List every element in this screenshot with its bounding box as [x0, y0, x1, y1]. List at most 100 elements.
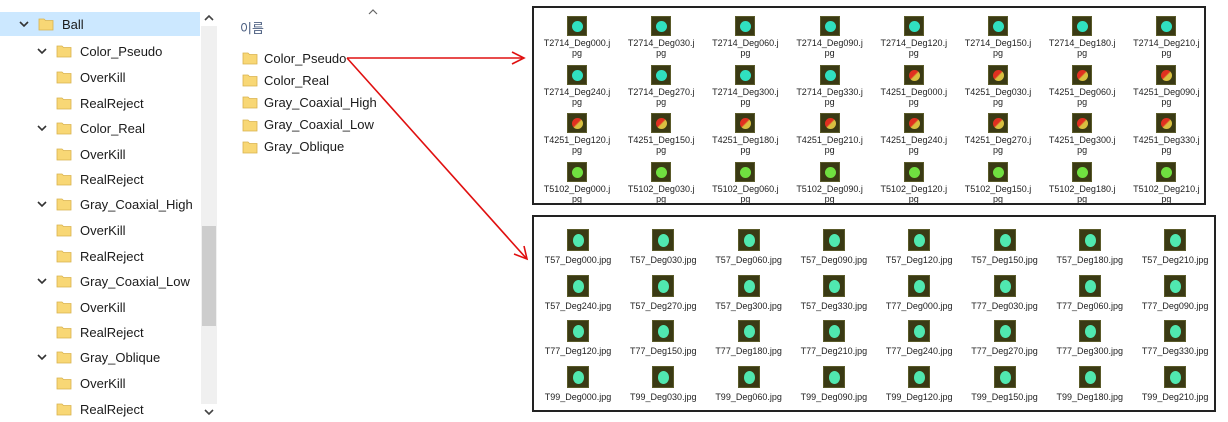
thumbnail-item[interactable]: T99_Deg060.jpg	[706, 364, 792, 408]
thumbnail-item[interactable]: T4251_Deg210.j pg	[788, 111, 872, 157]
thumbnail-item[interactable]: T4251_Deg180.j pg	[703, 111, 787, 157]
thumbnail-item[interactable]: T4251_Deg150.j pg	[619, 111, 703, 157]
thumbnail-item[interactable]: T2714_Deg240.j pg	[535, 63, 619, 109]
name-column-header[interactable]: 이름	[240, 18, 264, 37]
thumbnail-item[interactable]: T5102_Deg000.j pg	[535, 160, 619, 206]
thumbnail-item[interactable]: T4251_Deg120.j pg	[535, 111, 619, 157]
tree-item-realreject[interactable]: RealReject	[0, 244, 200, 268]
thumbnail-item[interactable]: T5102_Deg090.j pg	[788, 160, 872, 206]
thumbnail-item[interactable]: T5102_Deg120.j pg	[872, 160, 956, 206]
thumbnail-item[interactable]: T77_Deg270.jpg	[962, 318, 1048, 362]
thumbnail-item[interactable]: T57_Deg330.jpg	[791, 273, 877, 317]
thumbnail-filename: T77_Deg330.jpg	[1141, 346, 1209, 356]
thumbnail-item[interactable]: T99_Deg180.jpg	[1047, 364, 1133, 408]
tree-item-realreject[interactable]: RealReject	[0, 91, 200, 115]
thumbnail-item[interactable]: T57_Deg300.jpg	[706, 273, 792, 317]
thumbnail-item[interactable]: T4251_Deg060.j pg	[1040, 63, 1124, 109]
thumbnail-item[interactable]: T99_Deg120.jpg	[876, 364, 962, 408]
tree-item-overkill[interactable]: OverKill	[0, 295, 200, 319]
thumbnail-image	[993, 274, 1016, 297]
thumbnail-item[interactable]: T57_Deg240.jpg	[535, 273, 621, 317]
thumbnail-item[interactable]: T57_Deg150.jpg	[962, 227, 1048, 271]
thumbnail-item[interactable]: T57_Deg090.jpg	[791, 227, 877, 271]
file-item-gray-coaxial-low[interactable]: Gray_Coaxial_Low	[242, 114, 374, 136]
thumbnail-item[interactable]: T57_Deg120.jpg	[876, 227, 962, 271]
thumbnail-item[interactable]: T5102_Deg210.j pg	[1124, 160, 1208, 206]
thumbnail-item[interactable]: T4251_Deg270.j pg	[956, 111, 1040, 157]
chevron-down-icon[interactable]	[36, 275, 48, 287]
thumbnail-item[interactable]: T2714_Deg180.j pg	[1040, 14, 1124, 60]
thumbnail-item[interactable]: T2714_Deg330.j pg	[788, 63, 872, 109]
thumbnail-item[interactable]: T77_Deg090.jpg	[1132, 273, 1218, 317]
thumbnail-item[interactable]: T99_Deg030.jpg	[620, 364, 706, 408]
thumbnail-item[interactable]: T57_Deg060.jpg	[706, 227, 792, 271]
thumbnail-item[interactable]: T77_Deg330.jpg	[1132, 318, 1218, 362]
thumbnail-item[interactable]: T4251_Deg330.j pg	[1124, 111, 1208, 157]
chevron-down-icon[interactable]	[36, 45, 48, 57]
thumbnail-item[interactable]: T5102_Deg030.j pg	[619, 160, 703, 206]
file-item-gray-coaxial-high[interactable]: Gray_Coaxial_High	[242, 91, 377, 113]
chevron-down-icon[interactable]	[36, 198, 48, 210]
thumbnail-item[interactable]: T77_Deg300.jpg	[1047, 318, 1133, 362]
thumbnail-item[interactable]: T4251_Deg300.j pg	[1040, 111, 1124, 157]
thumbnail-item[interactable]: T77_Deg210.jpg	[791, 318, 877, 362]
thumbnail-item[interactable]: T2714_Deg270.j pg	[619, 63, 703, 109]
thumbnail-item[interactable]: T77_Deg180.jpg	[706, 318, 792, 362]
thumbnail-item[interactable]: T5102_Deg180.j pg	[1040, 160, 1124, 206]
scroll-up-button[interactable]	[201, 10, 217, 26]
thumbnail-item[interactable]: T57_Deg030.jpg	[620, 227, 706, 271]
scroll-down-button[interactable]	[201, 404, 217, 420]
tree-item-color-real[interactable]: Color_Real	[0, 116, 200, 140]
tree-item-overkill[interactable]: OverKill	[0, 142, 200, 166]
scroll-track[interactable]	[201, 26, 217, 404]
file-item-gray-oblique[interactable]: Gray_Oblique	[242, 136, 344, 158]
thumbnail-item[interactable]: T77_Deg150.jpg	[620, 318, 706, 362]
tree-item-overkill[interactable]: OverKill	[0, 65, 200, 89]
tree-item-gray-coaxial-low[interactable]: Gray_Coaxial_Low	[0, 269, 200, 293]
thumbnail-item[interactable]: T2714_Deg000.j pg	[535, 14, 619, 60]
file-item-color-real[interactable]: Color_Real	[242, 69, 329, 91]
tree-scrollbar[interactable]	[201, 10, 217, 420]
thumbnail-item[interactable]: T99_Deg210.jpg	[1132, 364, 1218, 408]
thumbnail-item[interactable]: T77_Deg000.jpg	[876, 273, 962, 317]
thumbnail-item[interactable]: T2714_Deg150.j pg	[956, 14, 1040, 60]
thumbnail-image	[993, 229, 1016, 251]
thumbnail-item[interactable]: T77_Deg120.jpg	[535, 318, 621, 362]
thumbnail-item[interactable]: T57_Deg000.jpg	[535, 227, 621, 271]
thumbnail-item[interactable]: T2714_Deg060.j pg	[703, 14, 787, 60]
thumbnail-item[interactable]: T4251_Deg000.j pg	[872, 63, 956, 109]
thumbnail-item[interactable]: T5102_Deg060.j pg	[703, 160, 787, 206]
tree-item-overkill[interactable]: OverKill	[0, 218, 200, 242]
thumbnail-item[interactable]: T57_Deg270.jpg	[620, 273, 706, 317]
tree-item-ball[interactable]: Ball	[0, 12, 200, 36]
chevron-down-icon[interactable]	[36, 122, 48, 134]
chevron-down-icon[interactable]	[36, 351, 48, 363]
tree-item-realreject[interactable]: RealReject	[0, 167, 200, 191]
thumbnail-item[interactable]: T77_Deg060.jpg	[1047, 273, 1133, 317]
thumbnail-item[interactable]: T2714_Deg120.j pg	[872, 14, 956, 60]
thumbnail-item[interactable]: T99_Deg000.jpg	[535, 364, 621, 408]
tree-item-gray-oblique[interactable]: Gray_Oblique	[0, 345, 200, 369]
thumbnail-item[interactable]: T77_Deg030.jpg	[962, 273, 1048, 317]
tree-item-realreject[interactable]: RealReject	[0, 397, 200, 421]
thumbnail-item[interactable]: T2714_Deg300.j pg	[703, 63, 787, 109]
tree-item-realreject[interactable]: RealReject	[0, 320, 200, 344]
thumbnail-item[interactable]: T4251_Deg090.j pg	[1124, 63, 1208, 109]
chevron-down-icon[interactable]	[18, 18, 30, 30]
tree-item-gray-coaxial-high[interactable]: Gray_Coaxial_High	[0, 192, 200, 216]
thumbnail-item[interactable]: T2714_Deg090.j pg	[788, 14, 872, 60]
file-item-color-pseudo[interactable]: Color_Pseudo	[242, 47, 346, 69]
thumbnail-item[interactable]: T77_Deg240.jpg	[876, 318, 962, 362]
tree-item-color-pseudo[interactable]: Color_Pseudo	[0, 39, 200, 63]
thumbnail-item[interactable]: T2714_Deg210.j pg	[1124, 14, 1208, 60]
thumbnail-item[interactable]: T99_Deg090.jpg	[791, 364, 877, 408]
thumbnail-item[interactable]: T4251_Deg030.j pg	[956, 63, 1040, 109]
thumbnail-item[interactable]: T99_Deg150.jpg	[962, 364, 1048, 408]
tree-item-overkill[interactable]: OverKill	[0, 371, 200, 395]
thumbnail-item[interactable]: T5102_Deg150.j pg	[956, 160, 1040, 206]
thumbnail-item[interactable]: T2714_Deg030.j pg	[619, 14, 703, 60]
scroll-thumb[interactable]	[202, 226, 216, 326]
thumbnail-item[interactable]: T4251_Deg240.j pg	[872, 111, 956, 157]
thumbnail-item[interactable]: T57_Deg180.jpg	[1047, 227, 1133, 271]
thumbnail-item[interactable]: T57_Deg210.jpg	[1132, 227, 1218, 271]
